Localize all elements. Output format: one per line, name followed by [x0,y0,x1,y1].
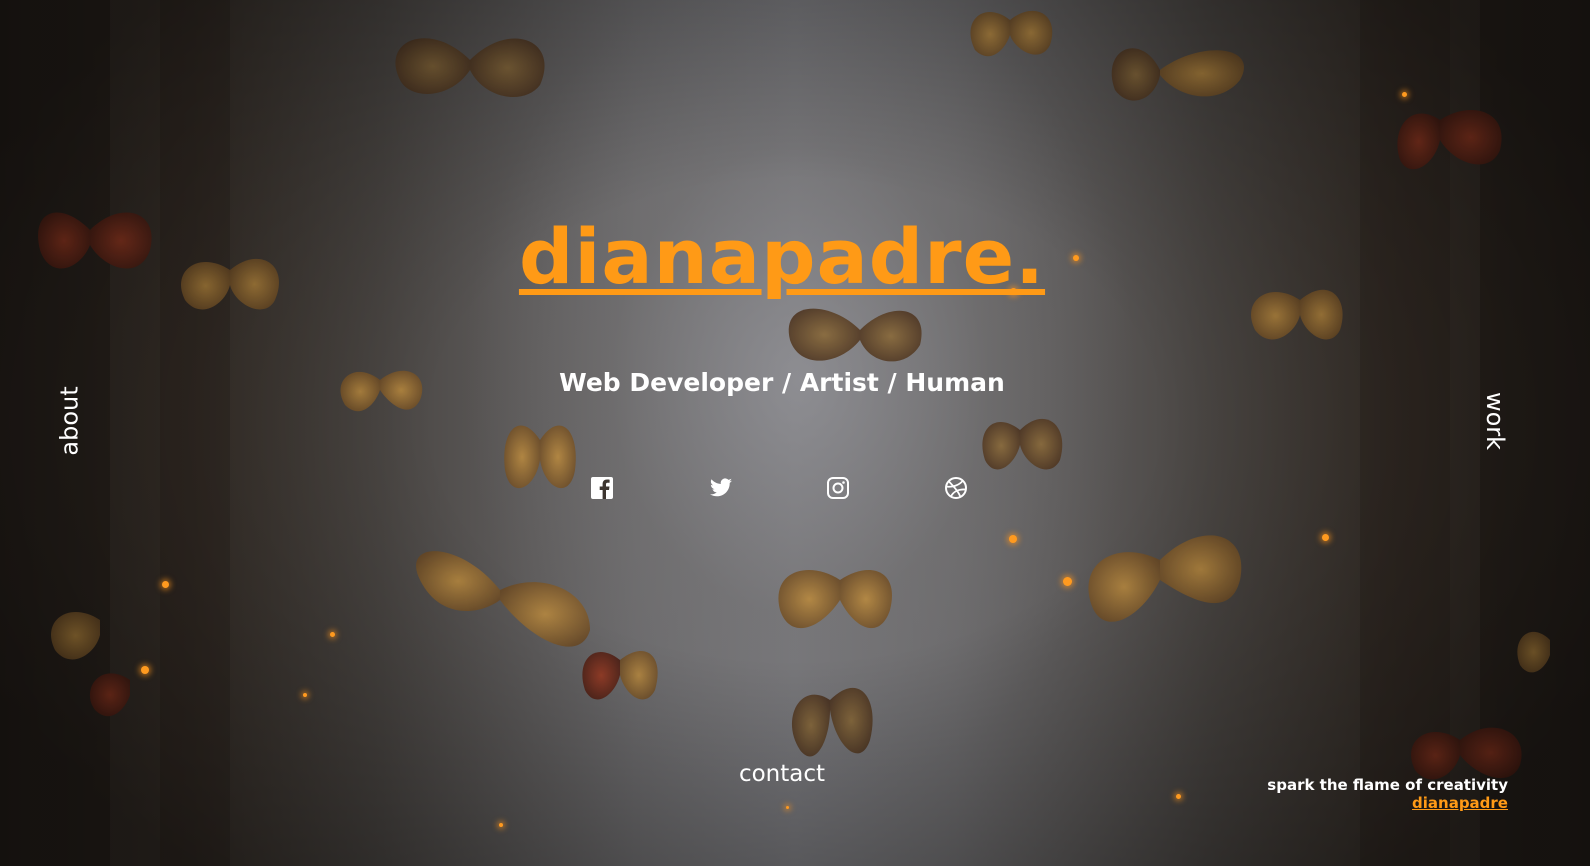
instagram-icon[interactable] [826,476,850,500]
nav-work-link[interactable]: work [1481,392,1509,450]
tagline-text: spark the flame of creativity [1267,776,1508,794]
site-logo: dianapadre. [0,212,1564,301]
butterfly-background-image [0,0,1590,866]
nav-about-link[interactable]: about [56,386,84,455]
twitter-icon[interactable] [708,476,732,500]
logo-link[interactable]: dianapadre. [519,212,1045,301]
site-subtitle: Web Developer / Artist / Human [559,368,1005,397]
footer-tagline: spark the flame of creativity dianapadre [1267,776,1508,812]
hero-background: dianapadre. Web Developer / Artist / Hum… [0,0,1590,866]
dribbble-icon[interactable] [944,476,968,500]
social-links [0,476,1564,504]
signature-link[interactable]: dianapadre [1267,794,1508,812]
facebook-icon[interactable] [590,476,614,500]
